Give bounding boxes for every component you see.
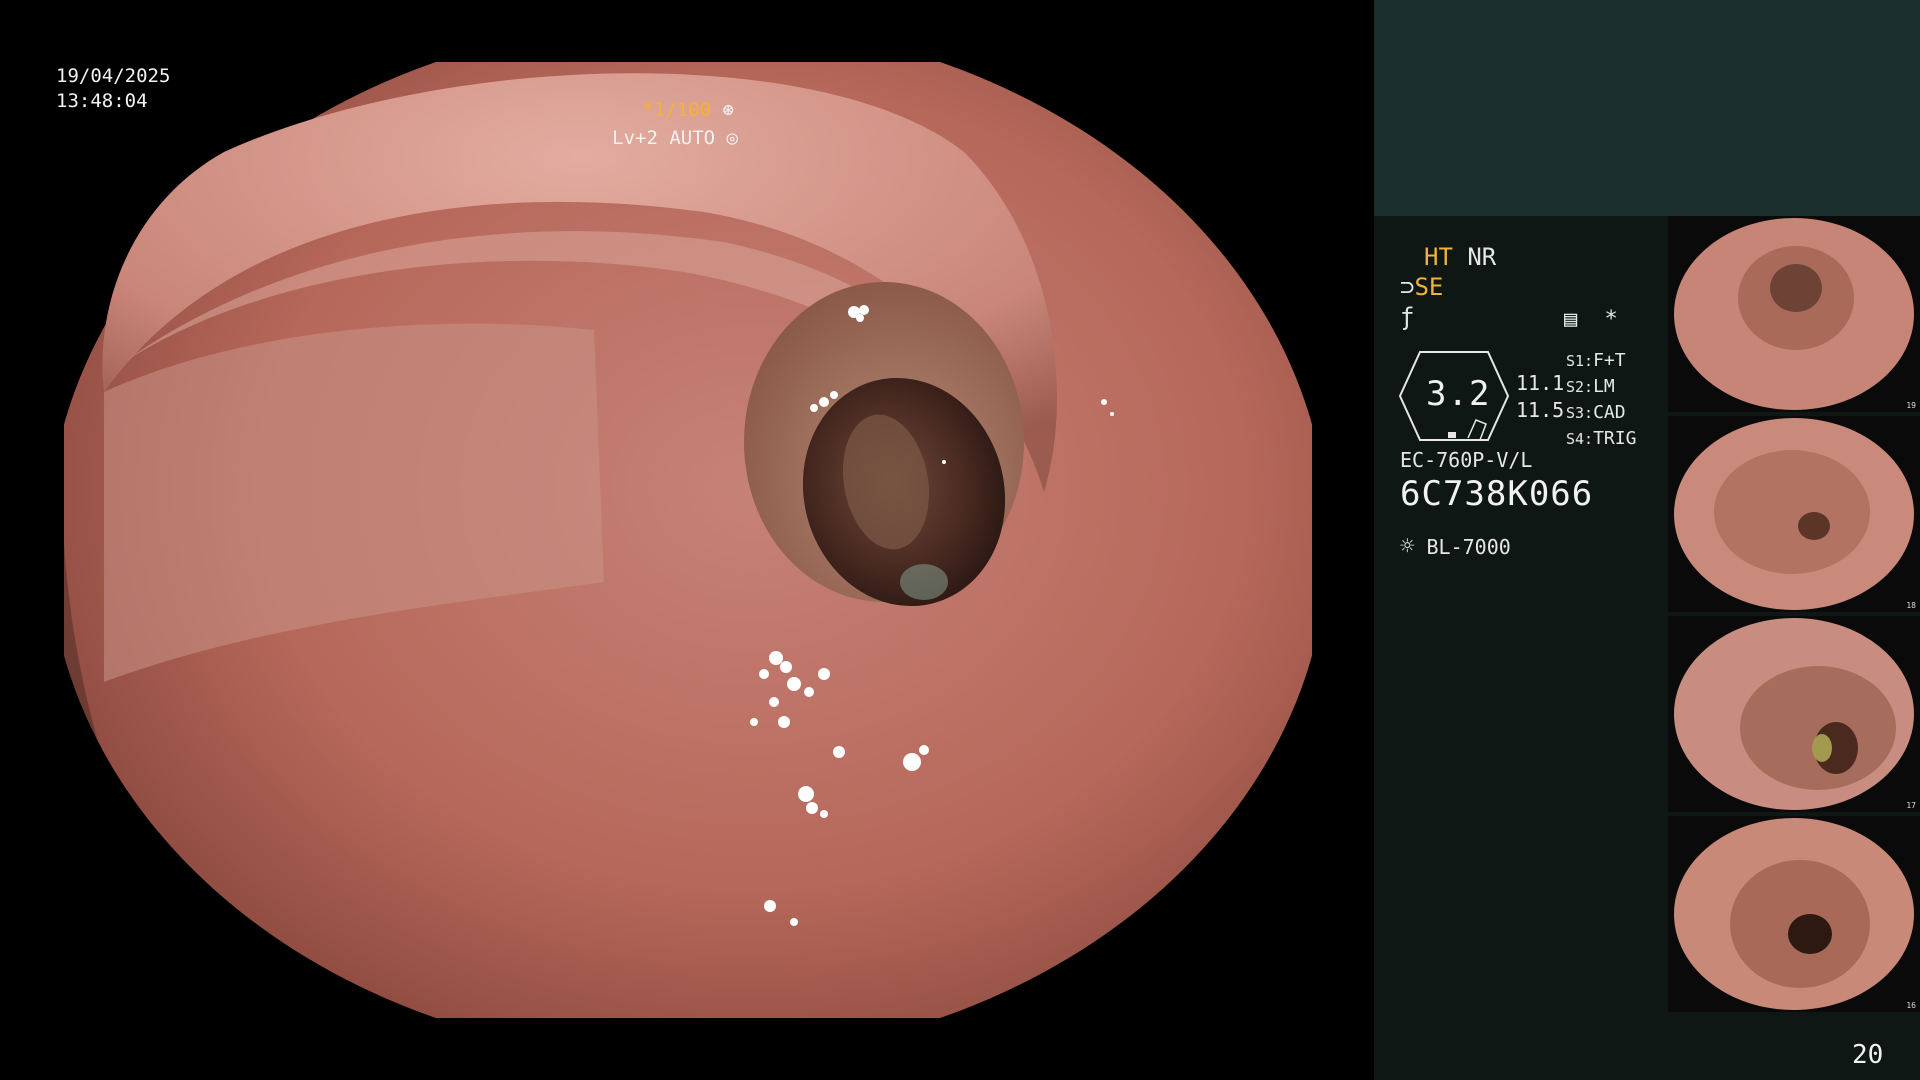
endoscope-image-area: 19/04/2025 13:48:04 *1/100 ⊛ Lv+2 AUTO ◎ — [0, 0, 1374, 1080]
level-label: Lv+2 AUTO — [612, 127, 716, 149]
switch-row: S2:LM — [1566, 376, 1615, 397]
readout-2: 11.5 — [1516, 398, 1565, 422]
thumbnail[interactable]: 19 — [1668, 216, 1920, 412]
thumbnail-image — [1674, 618, 1914, 810]
enhancement-status: HT NR — [1424, 243, 1496, 271]
star-label: * — [1604, 307, 1618, 332]
iris-icon: ◎ — [726, 127, 738, 149]
shutter-label: *1/100 — [642, 99, 712, 121]
structure-enhancement: ⊃SE — [1400, 273, 1443, 301]
lamp-icon: ☼ — [1400, 532, 1415, 560]
time-label: 13:48:04 — [56, 90, 148, 112]
thumbnail-number: 19 — [1906, 401, 1916, 410]
memo-indicator: ▤ * — [1564, 307, 1618, 332]
thumbnail-number: 17 — [1906, 801, 1916, 810]
colon-mucosa-image — [64, 62, 1312, 1018]
freeze-off-icon: ƒ — [1400, 303, 1415, 331]
endoscope-live-view — [64, 62, 1312, 1018]
readout-1: 11.1 — [1516, 371, 1565, 395]
thumbnail-number: 18 — [1906, 601, 1916, 610]
thumbnail-number: 16 — [1906, 1001, 1916, 1010]
scope-icon: ⊃ — [1400, 273, 1415, 301]
gauge-readouts: 11.1 11.5 — [1516, 370, 1564, 424]
aperture-icon: ⊛ — [722, 99, 734, 121]
gauge-marker — [1448, 432, 1456, 438]
ht-label: HT — [1424, 243, 1453, 271]
thumbnail-image — [1674, 418, 1914, 610]
switch-row: S1:F+T — [1566, 350, 1626, 371]
thumbnail-image — [1674, 218, 1914, 410]
date-time: 19/04/2025 13:48:04 — [56, 64, 170, 114]
switch-assignments: S1:F+T S2:LM S3:CAD S4:TRIG — [1566, 348, 1636, 452]
light-source: ☼ BL-7000 — [1400, 532, 1511, 560]
memo-icon: ▤ — [1564, 307, 1578, 332]
scope-model: EC-760P-V/L — [1400, 448, 1533, 472]
panel-header-block — [1374, 0, 1920, 216]
thumbnail[interactable]: 16 — [1668, 816, 1920, 1012]
page-number: 20 — [1852, 1040, 1884, 1070]
switch-row: S3:CAD — [1566, 402, 1626, 423]
light-source-label: BL-7000 — [1426, 535, 1511, 559]
nr-label: NR — [1467, 243, 1497, 271]
switch-row: S4:TRIG — [1566, 428, 1637, 449]
shutter-speed: *1/100 ⊛ — [642, 99, 734, 121]
thumbnail[interactable]: 17 — [1668, 616, 1920, 812]
thumbnail[interactable]: 18 — [1668, 416, 1920, 612]
date-label: 19/04/2025 — [56, 65, 171, 87]
thumbnail-strip: 19 18 17 16 — [1668, 216, 1920, 1016]
gauge-pointer-icon — [1467, 419, 1487, 441]
brightness-level: Lv+2 AUTO ◎ — [612, 127, 738, 149]
se-label: SE — [1414, 273, 1444, 301]
scope-serial: 6C738K066 — [1400, 474, 1594, 514]
thumbnail-image — [1674, 818, 1914, 1010]
gauge-value: 3.2 — [1426, 374, 1491, 414]
